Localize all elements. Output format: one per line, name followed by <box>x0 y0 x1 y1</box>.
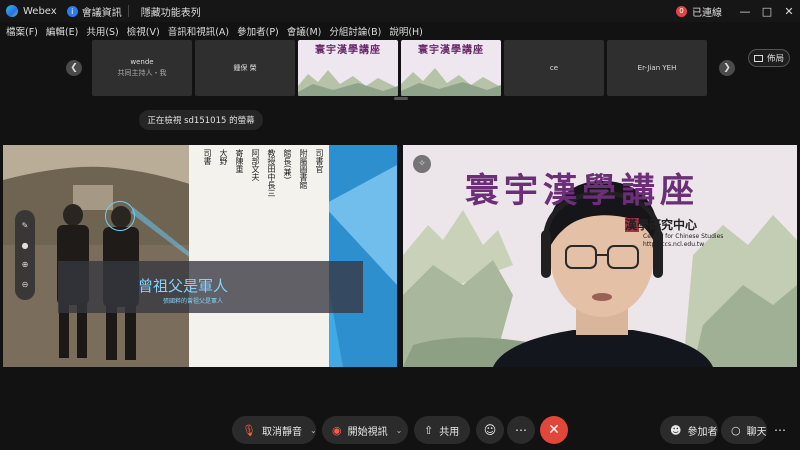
app-brand: Webex <box>6 5 67 17</box>
participant-name: wende <box>130 58 154 66</box>
newspaper-text: 教授田中長三 <box>267 149 276 197</box>
meeting-controls: 🎙 取消靜音 ⌄ ◉ 開始視訊 ⌄ ⇧ 共用 ☺ ⋯ ✕ ☻ 參加者 ○ 聊天 … <box>0 410 800 450</box>
menu-help[interactable]: 說明(H) <box>389 24 423 38</box>
participant-tile[interactable]: 寰宇漢學講座 <box>401 40 501 96</box>
newspaper-clipping: 司書官 附屬圖書館 館長(兼) 教授田中長三 阿部文夫 寄陳重 大野 司書 <box>189 145 329 367</box>
connection-badge: 0 <box>676 5 687 17</box>
more-panels-icon[interactable]: ⋯ <box>770 416 790 444</box>
zoom-in-icon[interactable]: ⊕ <box>22 260 29 269</box>
highlight-circle <box>105 201 135 231</box>
divider <box>127 5 129 17</box>
menu-meeting[interactable]: 會議(M) <box>287 24 322 38</box>
menu-file[interactable]: 檔案(F) <box>6 24 38 38</box>
center-url: http://ccs.ncl.edu.tw <box>643 241 705 248</box>
start-video-button[interactable]: ◉ 開始視訊 ⌄ <box>322 416 408 444</box>
webex-meeting-window: Webex i 會議資訊 隱藏功能表列 0 已連線 — □ ✕ 檔案(F) 編輯… <box>0 0 800 450</box>
microphone-muted-icon: 🎙 <box>242 423 256 437</box>
share-button[interactable]: ⇧ 共用 <box>414 416 470 444</box>
menu-bar: 檔案(F) 編輯(E) 共用(S) 檢視(V) 音訊和視訊(A) 參加者(P) … <box>0 22 800 40</box>
chevron-down-icon[interactable]: ⌄ <box>310 426 317 435</box>
connection-status[interactable]: 0 已連線 <box>676 4 722 19</box>
center-english-name: Center for Chinese Studies <box>643 233 724 240</box>
participant-tile[interactable]: ce <box>504 40 604 96</box>
meeting-info-label: 會議資訊 <box>81 7 122 19</box>
unmute-button[interactable]: 🎙 取消靜音 ⌄ <box>232 416 317 444</box>
share-icon: ⇧ <box>424 423 434 437</box>
meeting-info-button[interactable]: i 會議資訊 <box>66 4 122 19</box>
landscape-thumbnail <box>401 56 501 96</box>
zoom-out-icon[interactable]: ⊖ <box>22 280 29 289</box>
speaker-video[interactable]: 寰宇漢學講座 漢學研究中心 Center for Chinese Studies… <box>403 145 797 367</box>
strip-resize-handle[interactable] <box>394 97 408 100</box>
more-options-icon[interactable]: ⋯ <box>507 416 535 444</box>
shared-screen[interactable]: 司書官 附屬圖書館 館長(兼) 教授田中長三 阿部文夫 寄陳重 大野 司書 曾祖… <box>3 145 397 367</box>
restore-icon[interactable]: □ <box>756 0 778 22</box>
participant-tile[interactable]: 鍾保 榮 <box>195 40 295 96</box>
landscape-thumbnail <box>298 56 398 96</box>
annotate-icon[interactable]: ✎ <box>22 221 29 230</box>
hide-menu-bar-button[interactable]: 隱藏功能表列 <box>141 4 201 19</box>
chevron-right-icon[interactable]: ❯ <box>719 60 735 76</box>
layout-label: 佈局 <box>766 54 784 64</box>
layout-button[interactable]: 佈局 <box>748 49 790 67</box>
participant-name: 鍾保 榮 <box>233 64 257 72</box>
menu-edit[interactable]: 編輯(E) <box>46 24 78 38</box>
leave-meeting-icon[interactable]: ✕ <box>540 416 568 444</box>
title-bar: Webex i 會議資訊 隱藏功能表列 0 已連線 — □ ✕ <box>0 0 800 22</box>
participant-video-title: 寰宇漢學講座 <box>315 44 381 56</box>
newspaper-text: 寄陳重 <box>235 149 244 173</box>
participant-role: 共同主持人・我 <box>117 69 167 77</box>
pin-icon[interactable]: ✧ <box>413 155 431 173</box>
chevron-left-icon[interactable]: ❮ <box>66 60 82 76</box>
participant-strip: ❮ wende 共同主持人・我 鍾保 榮 寰宇漢學講座 寰宇漢學講座 ce Er… <box>0 40 800 98</box>
newspaper-text: 司書官 <box>315 149 324 173</box>
lecture-title: 寰宇漢學講座 <box>465 171 699 211</box>
participants-label: 參加者 <box>687 426 718 438</box>
title-bar-right: 0 已連線 — □ ✕ <box>676 0 800 22</box>
chat-button[interactable]: ○ 聊天 <box>721 416 767 444</box>
camera-off-icon: ◉ <box>332 423 342 437</box>
annotation-toolbar: ✎ ● ⊕ ⊖ <box>15 210 35 300</box>
menu-view[interactable]: 檢視(V) <box>127 24 160 38</box>
participant-name: Er-Jian YEH <box>637 64 677 72</box>
center-name: 漢學研究中心 <box>625 218 698 232</box>
viewing-screen-label: 正在檢視 sd151015 的螢幕 <box>139 110 263 130</box>
pointer-icon[interactable]: ● <box>22 241 29 250</box>
connection-status-label: 已連線 <box>692 7 722 19</box>
menu-breakout[interactable]: 分組討論(B) <box>329 24 381 38</box>
participant-tile[interactable]: 寰宇漢學講座 <box>298 40 398 96</box>
menu-participants[interactable]: 參加者(P) <box>237 24 279 38</box>
slide-caption: 曾祖父是軍人 <box>138 277 229 295</box>
participant-name: ce <box>549 64 559 72</box>
minimize-icon[interactable]: — <box>734 0 756 22</box>
webex-logo-icon <box>6 5 18 17</box>
participants-button[interactable]: ☻ 參加者 <box>660 416 718 444</box>
reactions-icon[interactable]: ☺ <box>476 416 504 444</box>
participant-tile[interactable]: wende 共同主持人・我 <box>92 40 192 96</box>
newspaper-text: 附屬圖書館 <box>299 149 308 189</box>
share-label: 共用 <box>439 426 460 438</box>
newspaper-text: 司書 <box>203 149 212 165</box>
chat-label: 聊天 <box>746 426 767 438</box>
newspaper-text: 阿部文夫 <box>251 149 260 181</box>
slide-subcaption: 張國粹的曾祖父是軍人 <box>163 298 224 305</box>
participant-video-title: 寰宇漢學講座 <box>418 44 484 56</box>
chat-icon: ○ <box>731 423 741 437</box>
participant-tile[interactable]: Er-Jian YEH <box>607 40 707 96</box>
chevron-down-icon[interactable]: ⌄ <box>396 426 403 435</box>
info-icon: i <box>66 5 78 17</box>
newspaper-text: 大野 <box>219 149 228 165</box>
close-icon[interactable]: ✕ <box>778 0 800 22</box>
layout-icon <box>753 54 763 62</box>
newspaper-text: 館長(兼) <box>283 149 292 180</box>
unmute-label: 取消靜音 <box>261 426 302 438</box>
participants-icon: ☻ <box>670 423 682 437</box>
menu-audio-video[interactable]: 音訊和視訊(A) <box>168 24 229 38</box>
menu-share[interactable]: 共用(S) <box>86 24 118 38</box>
app-name: Webex <box>23 5 57 17</box>
start-video-label: 開始視訊 <box>347 426 388 438</box>
